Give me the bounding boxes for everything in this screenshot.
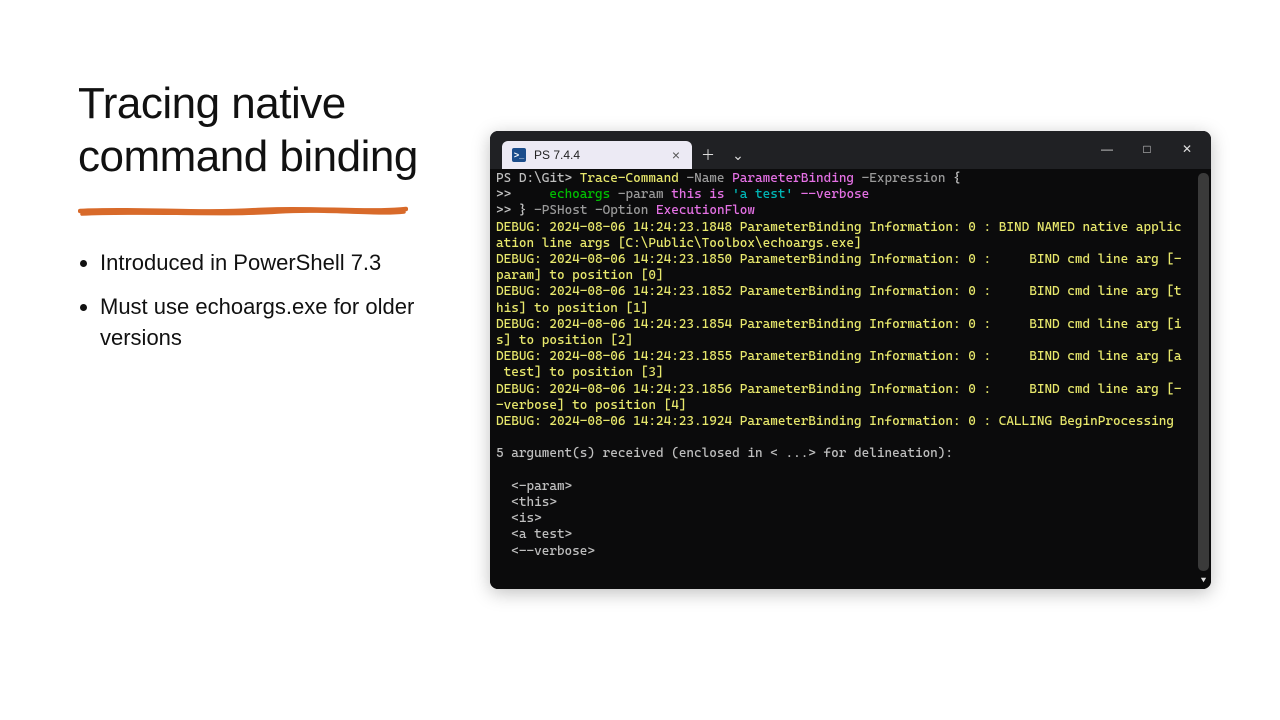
- debug-line: DEBUG: 2024-08-06 14:24:23.1855 Paramete…: [496, 349, 1182, 364]
- debug-line: param] to position [0]: [496, 268, 664, 283]
- flag-param: -param: [618, 187, 664, 202]
- debug-line: DEBUG: 2024-08-06 14:24:23.1856 Paramete…: [496, 382, 1182, 397]
- arg-verbose: --verbose: [801, 187, 870, 202]
- prompt-text: PS D:\Git>: [496, 171, 572, 186]
- tab-dropdown-button[interactable]: ⌄: [724, 141, 752, 169]
- close-tab-button[interactable]: ×: [670, 148, 682, 162]
- slide-title: Tracing native command binding: [78, 78, 418, 184]
- arg-parameterbinding: ParameterBinding: [732, 171, 854, 186]
- terminal-tab[interactable]: >_ PS 7.4.4 ×: [502, 141, 692, 169]
- tab-label: PS 7.4.4: [534, 148, 670, 162]
- scroll-down-icon[interactable]: ▼: [1198, 575, 1209, 587]
- cont-prompt: >>: [496, 203, 511, 218]
- output-arg: <this>: [511, 495, 557, 510]
- debug-line: DEBUG: 2024-08-06 14:24:23.1848 Paramete…: [496, 220, 1182, 235]
- terminal-window: >_ PS 7.4.4 × ＋ ⌄ — □ ✕ PS D:\Git> Trace…: [490, 131, 1211, 589]
- bullet-list: Introduced in PowerShell 7.3 Must use ec…: [78, 248, 418, 354]
- debug-line: DEBUG: 2024-08-06 14:24:23.1850 Paramete…: [496, 252, 1182, 267]
- flag-pshost: -PSHost: [534, 203, 587, 218]
- cmd-trace: Trace-Command: [580, 171, 679, 186]
- terminal-titlebar: >_ PS 7.4.4 × ＋ ⌄ — □ ✕: [490, 131, 1211, 169]
- output-arg: <--verbose>: [511, 544, 595, 559]
- debug-line: DEBUG: 2024-08-06 14:24:23.1852 Paramete…: [496, 284, 1182, 299]
- window-maximize-button[interactable]: □: [1127, 135, 1167, 163]
- debug-line: his] to position [1]: [496, 301, 648, 316]
- bullet-item: Must use echoargs.exe for older versions: [100, 292, 418, 354]
- debug-line: -verbose] to position [4]: [496, 398, 686, 413]
- debug-line: test] to position [3]: [496, 365, 664, 380]
- bullet-item: Introduced in PowerShell 7.3: [100, 248, 418, 279]
- debug-line: DEBUG: 2024-08-06 14:24:23.1854 Paramete…: [496, 317, 1182, 332]
- new-tab-button[interactable]: ＋: [694, 141, 722, 169]
- arg-executionflow: ExecutionFlow: [656, 203, 755, 218]
- output-arg: <a test>: [511, 527, 572, 542]
- title-underline: [78, 202, 408, 218]
- terminal-body[interactable]: PS D:\Git> Trace-Command -Name Parameter…: [490, 169, 1211, 589]
- powershell-icon: >_: [512, 148, 526, 162]
- brace-close: }: [519, 203, 527, 218]
- debug-line: ation line args [C:\Public\Toolbox\echoa…: [496, 236, 862, 251]
- window-minimize-button[interactable]: —: [1087, 135, 1127, 163]
- flag-expression: -Expression: [862, 171, 946, 186]
- terminal-scrollbar[interactable]: [1198, 173, 1209, 571]
- debug-line: DEBUG: 2024-08-06 14:24:23.1924 Paramete…: [496, 414, 1174, 429]
- arg-this-is: this is: [671, 187, 724, 202]
- brace-open: {: [953, 171, 961, 186]
- window-close-button[interactable]: ✕: [1167, 135, 1207, 163]
- cmd-echoargs: echoargs: [549, 187, 610, 202]
- arg-a-test: 'a test': [732, 187, 793, 202]
- cont-prompt: >>: [496, 187, 511, 202]
- output-heading: 5 argument(s) received (enclosed in < ..…: [496, 446, 953, 461]
- flag-name: -Name: [686, 171, 724, 186]
- flag-option: -Option: [595, 203, 648, 218]
- output-arg: <-param>: [511, 479, 572, 494]
- debug-line: s] to position [2]: [496, 333, 633, 348]
- output-arg: <is>: [511, 511, 541, 526]
